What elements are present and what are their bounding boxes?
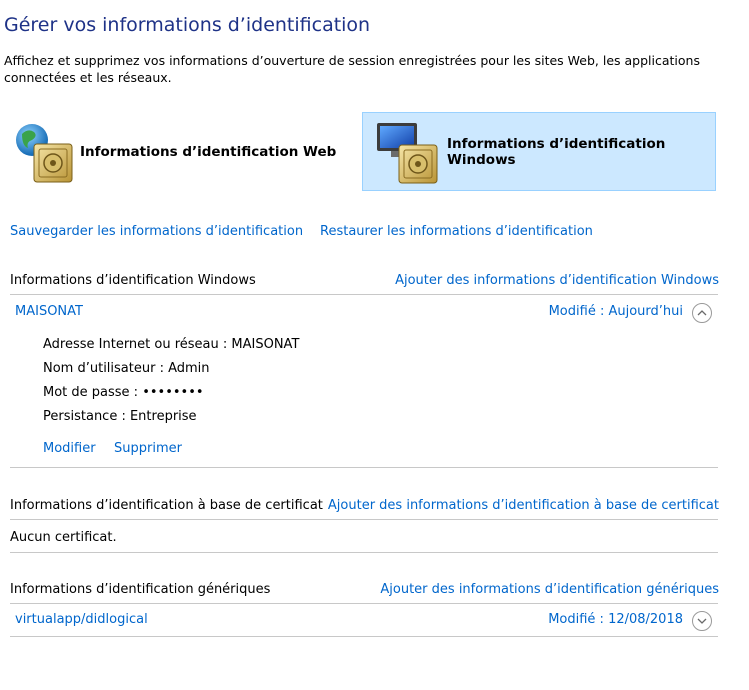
page-description: Affichez et supprimez vos informations d… xyxy=(4,53,700,85)
chevron-up-icon xyxy=(697,310,707,316)
generic-section-heading: Informations d’identification génériques xyxy=(10,582,271,597)
windows-section-heading: Informations d’identification Windows xyxy=(10,273,256,288)
certificate-section-heading: Informations d’identification à base de … xyxy=(10,498,323,513)
divider xyxy=(10,552,718,553)
credential-modified-date: Modifié : 12/08/2018 xyxy=(548,612,683,627)
chevron-down-icon xyxy=(697,618,707,624)
credential-address: Adresse Internet ou réseau : MAISONAT xyxy=(43,337,300,352)
windows-credentials-category[interactable]: Informations d’identification Windows xyxy=(362,112,716,191)
credential-item-virtualapp[interactable]: virtualapp/didlogical xyxy=(15,612,148,627)
credential-modified-date: Modifié : Aujourd’hui xyxy=(548,304,683,319)
divider xyxy=(10,467,718,468)
no-certificate-text: Aucun certificat. xyxy=(10,530,117,545)
credential-username: Nom d’utilisateur : Admin xyxy=(43,361,210,376)
divider xyxy=(10,603,718,604)
edit-credential-link[interactable]: Modifier xyxy=(43,441,96,456)
expand-button[interactable] xyxy=(692,611,712,631)
windows-credentials-icon xyxy=(373,119,445,185)
windows-credentials-label: Informations d’identification Windows xyxy=(447,135,666,168)
add-generic-credential-link[interactable]: Ajouter des informations d’identificatio… xyxy=(380,582,719,597)
add-certificate-credential-link[interactable]: Ajouter des informations d’identificatio… xyxy=(328,498,719,513)
credential-item-maisonat[interactable]: MAISONAT xyxy=(15,304,83,319)
add-windows-credential-link[interactable]: Ajouter des informations d’identificatio… xyxy=(395,273,719,288)
delete-credential-link[interactable]: Supprimer xyxy=(114,441,182,456)
divider xyxy=(10,519,718,520)
backup-credentials-link[interactable]: Sauvegarder les informations d’identific… xyxy=(10,224,303,239)
web-credentials-category[interactable]: Informations d’identification Web xyxy=(10,112,340,191)
credential-password: Mot de passe : •••••••• xyxy=(43,385,204,400)
web-credentials-icon xyxy=(10,120,78,184)
divider xyxy=(10,636,718,637)
divider xyxy=(10,294,718,295)
credential-persistence: Persistance : Entreprise xyxy=(43,409,197,424)
restore-credentials-link[interactable]: Restaurer les informations d’identificat… xyxy=(320,224,593,239)
web-credentials-label: Informations d’identification Web xyxy=(80,143,337,160)
collapse-button[interactable] xyxy=(692,303,712,323)
page-title: Gérer vos informations d’identification xyxy=(4,14,371,36)
